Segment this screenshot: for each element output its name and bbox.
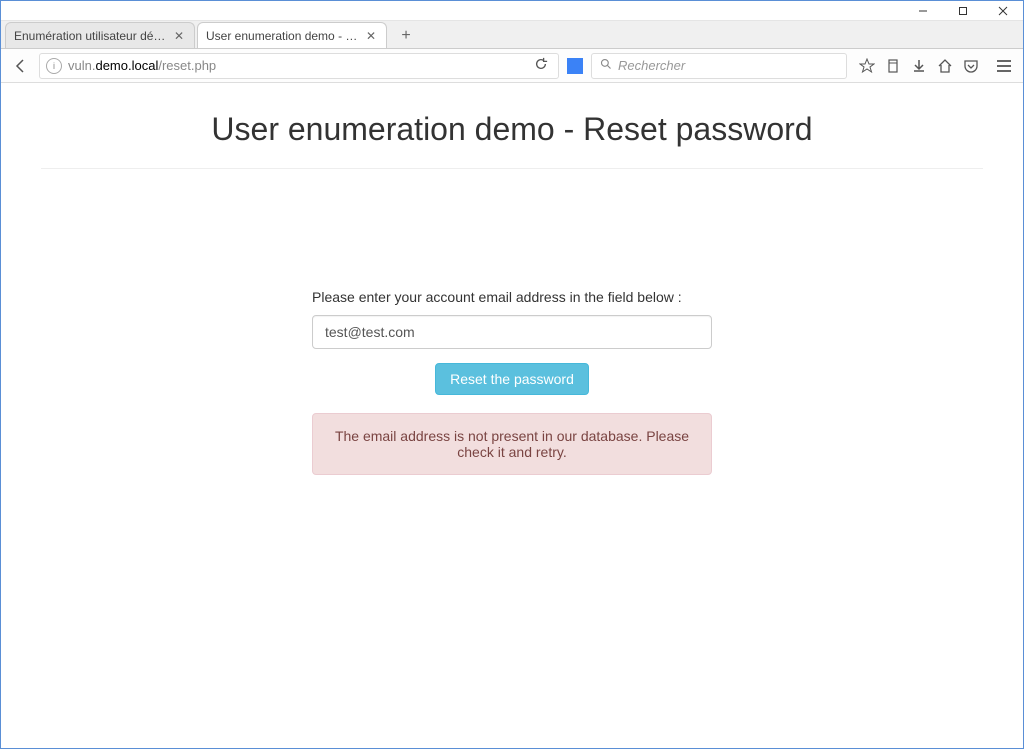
tab-strip: Enumération utilisateur démo - I ✕ User … [1,21,1023,49]
home-icon[interactable] [933,52,957,80]
url-bar[interactable]: i vuln.demo.local/reset.php [39,53,559,79]
nav-bar: i vuln.demo.local/reset.php Rechercher [1,49,1023,83]
site-info-icon[interactable]: i [46,58,62,74]
tab-close-icon[interactable]: ✕ [172,29,186,43]
page-content: User enumeration demo - Reset password P… [1,83,1023,748]
reset-form: Please enter your account email address … [312,289,712,475]
back-button[interactable] [7,52,35,80]
window-title-bar [1,1,1023,21]
tab-label: User enumeration demo - Reset [206,29,360,43]
window-maximize-button[interactable] [943,1,983,21]
new-tab-button[interactable]: + [393,24,419,48]
window-controls [903,1,1023,21]
search-icon [600,58,612,73]
window-close-button[interactable] [983,1,1023,21]
page-title: User enumeration demo - Reset password [41,103,983,169]
reload-icon[interactable] [530,57,552,74]
pocket-icon[interactable] [959,52,983,80]
extension-icon[interactable] [567,58,583,74]
url-text: vuln.demo.local/reset.php [68,58,530,73]
toolbar-icons [855,52,983,80]
email-field[interactable] [312,315,712,349]
tab-active[interactable]: User enumeration demo - Reset ✕ [197,22,387,48]
tab-inactive[interactable]: Enumération utilisateur démo - I ✕ [5,22,195,48]
error-alert: The email address is not present in our … [312,413,712,475]
window-minimize-button[interactable] [903,1,943,21]
url-path: /reset.php [158,58,216,73]
tab-label: Enumération utilisateur démo - I [14,29,168,43]
library-icon[interactable] [881,52,905,80]
search-placeholder: Rechercher [618,58,685,73]
bookmark-star-icon[interactable] [855,52,879,80]
search-bar[interactable]: Rechercher [591,53,847,79]
downloads-icon[interactable] [907,52,931,80]
url-prefix: vuln. [68,58,95,73]
menu-button[interactable] [991,53,1017,79]
reset-password-button[interactable]: Reset the password [435,363,589,395]
url-domain: demo.local [95,58,158,73]
email-label: Please enter your account email address … [312,289,712,305]
tab-close-icon[interactable]: ✕ [364,29,378,43]
